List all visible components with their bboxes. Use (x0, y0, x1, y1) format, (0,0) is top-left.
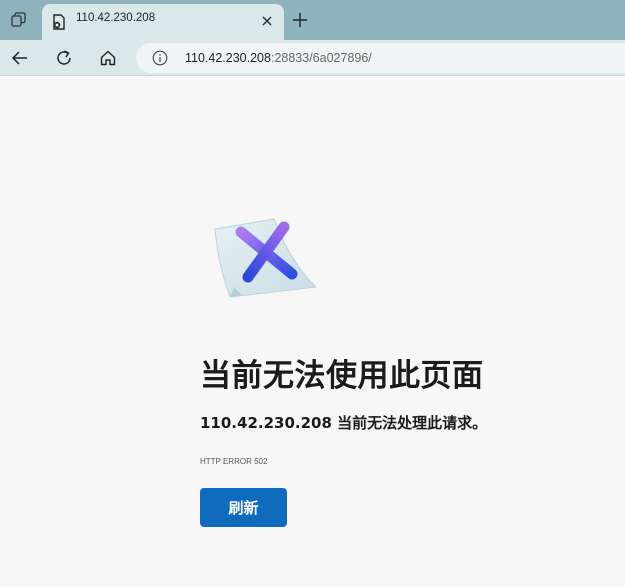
tab-strip: 110.42.230.208 (0, 0, 625, 40)
error-message: 110.42.230.208 当前无法处理此请求。 (200, 414, 488, 432)
close-icon[interactable] (258, 12, 276, 30)
browser-toolbar: 110.42.230.208:28833/6a027896/ (0, 40, 625, 76)
plus-icon[interactable] (290, 10, 310, 30)
error-x-illustration (212, 215, 320, 300)
page-content (0, 77, 625, 587)
url-path: :28833/6a027896/ (270, 51, 372, 65)
url-text[interactable]: 110.42.230.208:28833/6a027896/ (185, 51, 372, 65)
back-arrow-icon[interactable] (7, 46, 33, 70)
refresh-icon[interactable] (51, 46, 77, 70)
refresh-button[interactable]: 刷新 (200, 488, 287, 527)
error-code: HTTP ERROR 502 (200, 457, 268, 466)
url-host: 110.42.230.208 (185, 51, 271, 65)
address-bar[interactable]: 110.42.230.208:28833/6a027896/ (136, 43, 625, 73)
tab-title: 110.42.230.208 (76, 12, 156, 24)
tab-actions-icon[interactable] (6, 8, 32, 32)
active-tab[interactable]: 110.42.230.208 (42, 4, 284, 40)
info-icon[interactable] (152, 50, 168, 66)
page-title: 当前无法使用此页面 (200, 358, 484, 394)
home-icon[interactable] (95, 46, 121, 70)
broken-page-favicon-icon (50, 13, 68, 31)
